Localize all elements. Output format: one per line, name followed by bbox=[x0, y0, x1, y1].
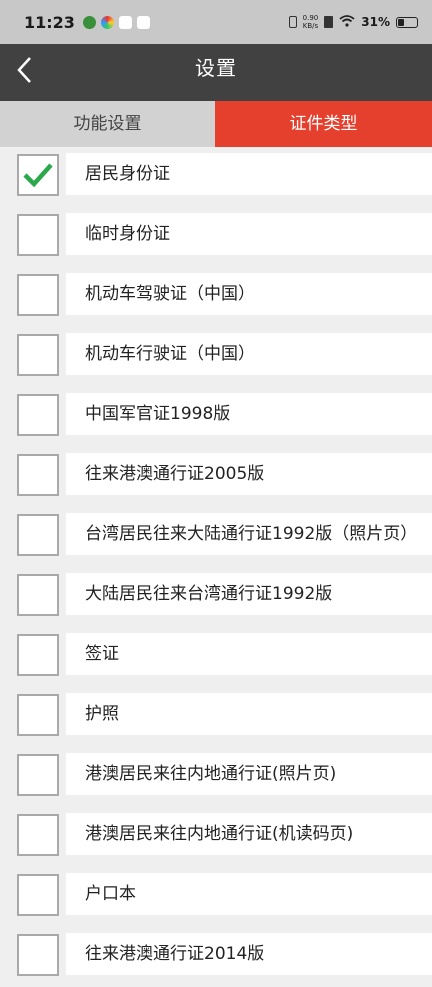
tab-id-types[interactable]: 证件类型 bbox=[215, 101, 432, 147]
app-notification-icon bbox=[100, 15, 114, 29]
id-type-row[interactable]: 大陆居民往来台湾通行证1992版 bbox=[0, 567, 432, 627]
id-type-row[interactable]: 往来港澳通行证2014版 bbox=[0, 927, 432, 987]
checkbox[interactable] bbox=[17, 934, 59, 976]
row-background bbox=[66, 693, 432, 735]
checkbox[interactable] bbox=[17, 574, 59, 616]
battery-text: 31% bbox=[361, 15, 390, 29]
status-time: 11:23 bbox=[24, 12, 75, 32]
status-bar: 11:23 0.90 KB/s 31% bbox=[0, 0, 432, 44]
chat-icon bbox=[136, 15, 150, 29]
id-type-label: 中国军官证1998版 bbox=[85, 404, 231, 424]
page-title: 设置 bbox=[195, 56, 237, 80]
id-type-label: 台湾居民往来大陆通行证1992版（照片页） bbox=[85, 524, 418, 544]
id-type-row[interactable]: 往来港澳通行证2005版 bbox=[0, 447, 432, 507]
checkbox[interactable] bbox=[17, 634, 59, 676]
checkbox[interactable] bbox=[17, 754, 59, 796]
id-type-row[interactable]: 台湾居民往来大陆通行证1992版（照片页） bbox=[0, 507, 432, 567]
id-type-row[interactable]: 临时身份证 bbox=[0, 207, 432, 267]
checkbox[interactable] bbox=[17, 154, 59, 196]
checkmark-icon bbox=[23, 163, 53, 188]
sim-icon bbox=[324, 16, 334, 28]
id-type-label: 大陆居民往来台湾通行证1992版 bbox=[85, 584, 333, 604]
vibrate-icon bbox=[288, 16, 297, 28]
checkbox[interactable] bbox=[17, 874, 59, 916]
tab-function-settings[interactable]: 功能设置 bbox=[0, 101, 215, 147]
message-icon bbox=[118, 15, 132, 29]
id-type-label: 临时身份证 bbox=[85, 224, 170, 244]
id-type-label: 户口本 bbox=[85, 884, 136, 904]
id-type-row[interactable]: 签证 bbox=[0, 627, 432, 687]
id-type-row[interactable]: 机动车行驶证（中国） bbox=[0, 327, 432, 387]
checkbox[interactable] bbox=[17, 214, 59, 256]
id-type-row[interactable]: 居民身份证 bbox=[0, 147, 432, 207]
row-background bbox=[66, 633, 432, 675]
checkbox[interactable] bbox=[17, 454, 59, 496]
id-type-label: 机动车驾驶证（中国） bbox=[85, 284, 255, 304]
checkbox[interactable] bbox=[17, 514, 59, 556]
id-type-row[interactable]: 护照 bbox=[0, 687, 432, 747]
id-type-label: 港澳居民来往内地通行证(机读码页) bbox=[85, 824, 354, 844]
checkbox[interactable] bbox=[17, 274, 59, 316]
checkbox[interactable] bbox=[17, 394, 59, 436]
tab-bar: 功能设置 证件类型 bbox=[0, 101, 432, 147]
net-speed-value: 0.90 bbox=[302, 14, 319, 22]
app-notification-icon bbox=[82, 15, 96, 29]
id-type-row[interactable]: 港澳居民来往内地通行证(照片页) bbox=[0, 747, 432, 807]
checkbox[interactable] bbox=[17, 694, 59, 736]
net-speed-unit: KB/s bbox=[302, 22, 319, 30]
net-speed: 0.90 KB/s bbox=[303, 14, 319, 30]
id-type-row[interactable]: 中国军官证1998版 bbox=[0, 387, 432, 447]
id-type-row[interactable]: 机动车驾驶证（中国） bbox=[0, 267, 432, 327]
id-type-label: 往来港澳通行证2014版 bbox=[85, 944, 265, 964]
id-type-row[interactable]: 港澳居民来往内地通行证(机读码页) bbox=[0, 807, 432, 867]
battery-icon bbox=[396, 16, 418, 28]
id-type-label: 机动车行驶证（中国） bbox=[85, 344, 255, 364]
id-type-label: 签证 bbox=[85, 644, 119, 664]
wifi-icon bbox=[339, 14, 355, 30]
app-header: 设置 bbox=[0, 44, 432, 101]
checkbox[interactable] bbox=[17, 814, 59, 856]
id-type-label: 护照 bbox=[85, 704, 119, 724]
id-type-label: 居民身份证 bbox=[85, 164, 170, 184]
id-type-row[interactable]: 户口本 bbox=[0, 867, 432, 927]
notification-icons bbox=[82, 15, 150, 29]
id-type-label: 往来港澳通行证2005版 bbox=[85, 464, 265, 484]
checkbox[interactable] bbox=[17, 334, 59, 376]
status-right: 0.90 KB/s 31% bbox=[288, 14, 418, 30]
id-type-label: 港澳居民来往内地通行证(照片页) bbox=[85, 764, 337, 784]
